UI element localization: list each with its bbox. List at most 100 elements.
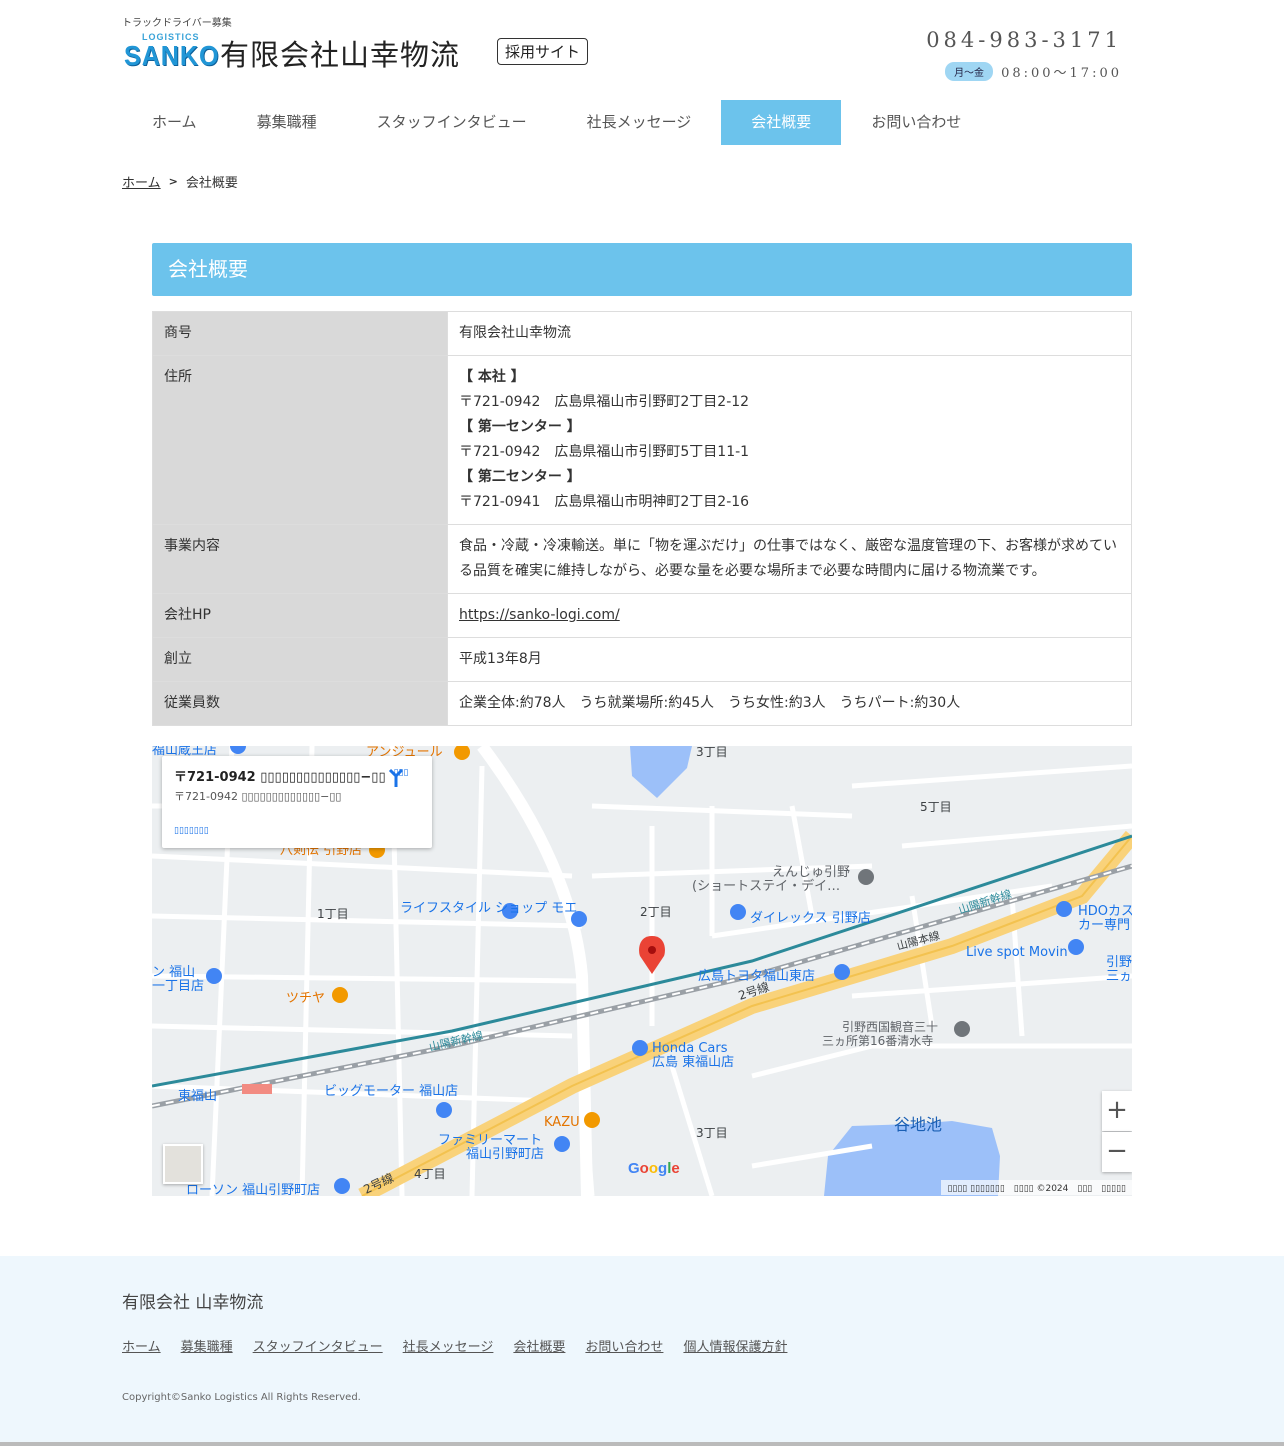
row-label-business: 事業内容 [152, 524, 448, 594]
row-label-trade-name: 商号 [152, 311, 448, 356]
map-label-higashifukuyama: 東福山 [178, 1088, 217, 1104]
map-label-hikino-right: 引野 [1106, 955, 1132, 970]
map-label-kazu: KAZU [544, 1115, 580, 1130]
map-label-3chome-top: 3丁目 [696, 746, 728, 759]
phone-number[interactable]: 084-983-3171 [926, 28, 1122, 52]
directions-icon [388, 768, 404, 787]
row-value-business: 食品・冷蔵・冷凍輸送。単に「物を運ぶだけ」の仕事ではなく、厳密な温度管理の下、お… [447, 524, 1132, 594]
business-days-badge: 月～金 [945, 62, 994, 81]
copyright: Copyright©Sanko Logistics All Rights Res… [122, 1392, 361, 1403]
nav-home[interactable]: ホーム [122, 100, 227, 145]
row-value-address: 【 本社 】 〒721-0942 広島県福山市引野町2丁目2-12 【 第一セン… [447, 355, 1132, 525]
company-website-link[interactable]: https://sanko-logi.com/ [459, 607, 620, 623]
sanko-logo[interactable]: LOGISTICS SANKO [124, 32, 219, 72]
row-value-founded: 平成13年8月 [447, 637, 1132, 682]
map-label-tanijiike: 谷地池 [894, 1115, 942, 1134]
address-line-hq: 〒721-0942 広島県福山市引野町2丁目2-12 [459, 394, 750, 410]
zoom-in-button[interactable]: + [1102, 1091, 1132, 1131]
address-head-center2: 【 第二センター 】 [459, 469, 581, 485]
map-label-honda2: 広島 東福山店 [652, 1054, 734, 1070]
row-label-address: 住所 [152, 355, 448, 525]
map-label-3chome-bottom: 3丁目 [696, 1126, 728, 1140]
header-tagline: トラックドライバー募集 [122, 18, 232, 29]
table-row: 事業内容 食品・冷蔵・冷凍輸送。単に「物を運ぶだけ」の仕事ではなく、厳密な温度管… [152, 524, 1132, 594]
google-logo: Google [628, 1160, 680, 1177]
map-directions-button[interactable]: ▯▯▯ [386, 768, 416, 787]
site-footer: 有限会社 山幸物流 ホーム 募集職種 スタッフインタビュー 社長メッセージ 会社… [0, 1256, 1284, 1442]
map-label-honda1: Honda Cars [652, 1041, 728, 1056]
nav-contact[interactable]: お問い合わせ [841, 100, 991, 145]
map-label-toyota: 広島トヨタ福山東店 [698, 968, 815, 984]
map-info-window: 〒721-0942 ▯▯▯▯▯▯▯▯▯▯▯▯▯▯−▯▯ 〒721-0942 ▯▯… [162, 756, 432, 848]
table-row: 従業員数 企業全体:約78人 うち就業場所:約45人 うち女性:約3人 うちパー… [152, 681, 1132, 726]
nav-staff-interview[interactable]: スタッフインタビュー [347, 100, 557, 145]
map-label-lawson: ローソン 福山引野町店 [186, 1183, 320, 1196]
row-value-employees: 企業全体:約78人 うち就業場所:約45人 うち女性:約3人 うちパート:約30… [447, 681, 1132, 726]
map-label-hdo2: カー専門 [1078, 918, 1130, 933]
footer-link-home[interactable]: ホーム [122, 1336, 161, 1355]
map-larger-map-link[interactable]: ▯▯▯▯▯▯▯ [174, 826, 209, 836]
business-hours-text: 08:00～17:00 [1001, 66, 1122, 81]
map-label-livespot: Live spot Movin [966, 945, 1068, 960]
business-hours: 月～金 08:00～17:00 [945, 62, 1122, 81]
map-label-2chome: 2丁目 [640, 905, 672, 919]
row-value-trade-name: 有限会社山幸物流 [447, 311, 1132, 356]
map-label-kannon1: 引野西国観音三十 [842, 1019, 938, 1034]
table-row: 会社HP https://sanko-logi.com/ [152, 593, 1132, 638]
footer-link-privacy-policy[interactable]: 個人情報保護方針 [683, 1336, 787, 1355]
bottom-scrollbar [0, 1442, 1284, 1446]
breadcrumb-separator: > [168, 175, 178, 188]
map-label-lifestyle: ライフスタイル ショップ モエ [400, 901, 577, 916]
company-info-table: 商号 有限会社山幸物流 住所 【 本社 】 〒721-0942 広島県福山市引野… [152, 311, 1132, 726]
address-head-hq: 【 本社 】 [459, 369, 525, 385]
breadcrumb: ホーム > 会社概要 [122, 172, 238, 191]
table-row: 住所 【 本社 】 〒721-0942 広島県福山市引野町2丁目2-12 【 第… [152, 355, 1132, 525]
map-label-kannon2: 三ヵ所第16番清水寺 [822, 1034, 933, 1048]
map-attribution: ▯▯▯▯ ▯▯▯▯▯▯▯ ▯▯▯▯ ©2024 ▯▯▯ ▯▯▯▯▯ [941, 1180, 1132, 1195]
zoom-out-button[interactable]: − [1102, 1132, 1132, 1172]
breadcrumb-current: 会社概要 [185, 176, 238, 191]
table-row: 商号 有限会社山幸物流 [152, 311, 1132, 356]
row-label-founded: 創立 [152, 637, 448, 682]
address-head-center1: 【 第一センター 】 [459, 419, 581, 435]
address-line-center1: 〒721-0942 広島県福山市引野町5丁目11-1 [459, 444, 750, 460]
site-header: トラックドライバー募集 LOGISTICS SANKO 有限会社山幸物流 採用サ… [122, 10, 1132, 90]
map-info-title: 〒721-0942 ▯▯▯▯▯▯▯▯▯▯▯▯▯▯−▯▯ [174, 770, 386, 785]
address-line-center2: 〒721-0941 広島県福山市明神町2丁目2-16 [459, 494, 750, 510]
row-label-website: 会社HP [152, 593, 448, 638]
map-label-itchome-left: 一丁目店 [152, 979, 204, 994]
nav-jobs[interactable]: 募集職種 [227, 100, 347, 145]
google-map[interactable]: 3丁目 5丁目 1丁目 2丁目 3丁目 4丁目 えんじゅ引野 (ショートステイ・… [152, 746, 1132, 1196]
company-name[interactable]: 有限会社山幸物流 [220, 32, 460, 74]
map-label-enju2: (ショートステイ・デイ… [692, 878, 840, 894]
map-info-address: 〒721-0942 ▯▯▯▯▯▯▯▯▯▯▯▯▯−▯▯ [174, 790, 342, 803]
map-label-hdo: HDOカス [1078, 904, 1132, 919]
recruit-site-badge: 採用サイト [497, 38, 589, 65]
footer-link-contact[interactable]: お問い合わせ [585, 1336, 663, 1355]
footer-link-jobs[interactable]: 募集職種 [181, 1336, 233, 1355]
nav-president-message[interactable]: 社長メッセージ [557, 100, 722, 145]
footer-company-name: 有限会社 山幸物流 [122, 1293, 264, 1313]
page-title: 会社概要 [152, 243, 1132, 296]
map-label-4chome: 4丁目 [414, 1167, 446, 1181]
breadcrumb-home-link[interactable]: ホーム [122, 172, 161, 191]
footer-link-staff-interview[interactable]: スタッフインタビュー [253, 1336, 383, 1355]
map-label-tsuchiya: ツチヤ [286, 991, 325, 1006]
map-label-hikino-right2: 三ヵ所 [1106, 969, 1132, 984]
map-label-bigmotor: ビッグモーター 福山店 [324, 1084, 458, 1099]
map-label-5chome: 5丁目 [920, 800, 952, 814]
street-view-pegman[interactable] [163, 1144, 203, 1184]
map-label-fukuyama-left: ン 福山 [152, 965, 195, 980]
row-label-employees: 従業員数 [152, 681, 448, 726]
map-label-familymart1: ファミリーマート [438, 1133, 542, 1148]
logo-sanko-text: SANKO [124, 40, 220, 71]
map-label-enju: えんじゅ引野 [772, 865, 850, 880]
map-label-1chome: 1丁目 [317, 907, 349, 921]
footer-nav: ホーム 募集職種 スタッフインタビュー 社長メッセージ 会社概要 お問い合わせ … [122, 1336, 787, 1355]
nav-company-overview[interactable]: 会社概要 [721, 100, 842, 145]
footer-link-company-overview[interactable]: 会社概要 [513, 1336, 565, 1355]
main-nav: ホーム 募集職種 スタッフインタビュー 社長メッセージ 会社概要 お問い合わせ [122, 100, 991, 145]
map-label-familymart2: 福山引野町店 [466, 1147, 544, 1162]
footer-link-president-message[interactable]: 社長メッセージ [403, 1336, 494, 1355]
row-value-website: https://sanko-logi.com/ [447, 593, 1132, 638]
